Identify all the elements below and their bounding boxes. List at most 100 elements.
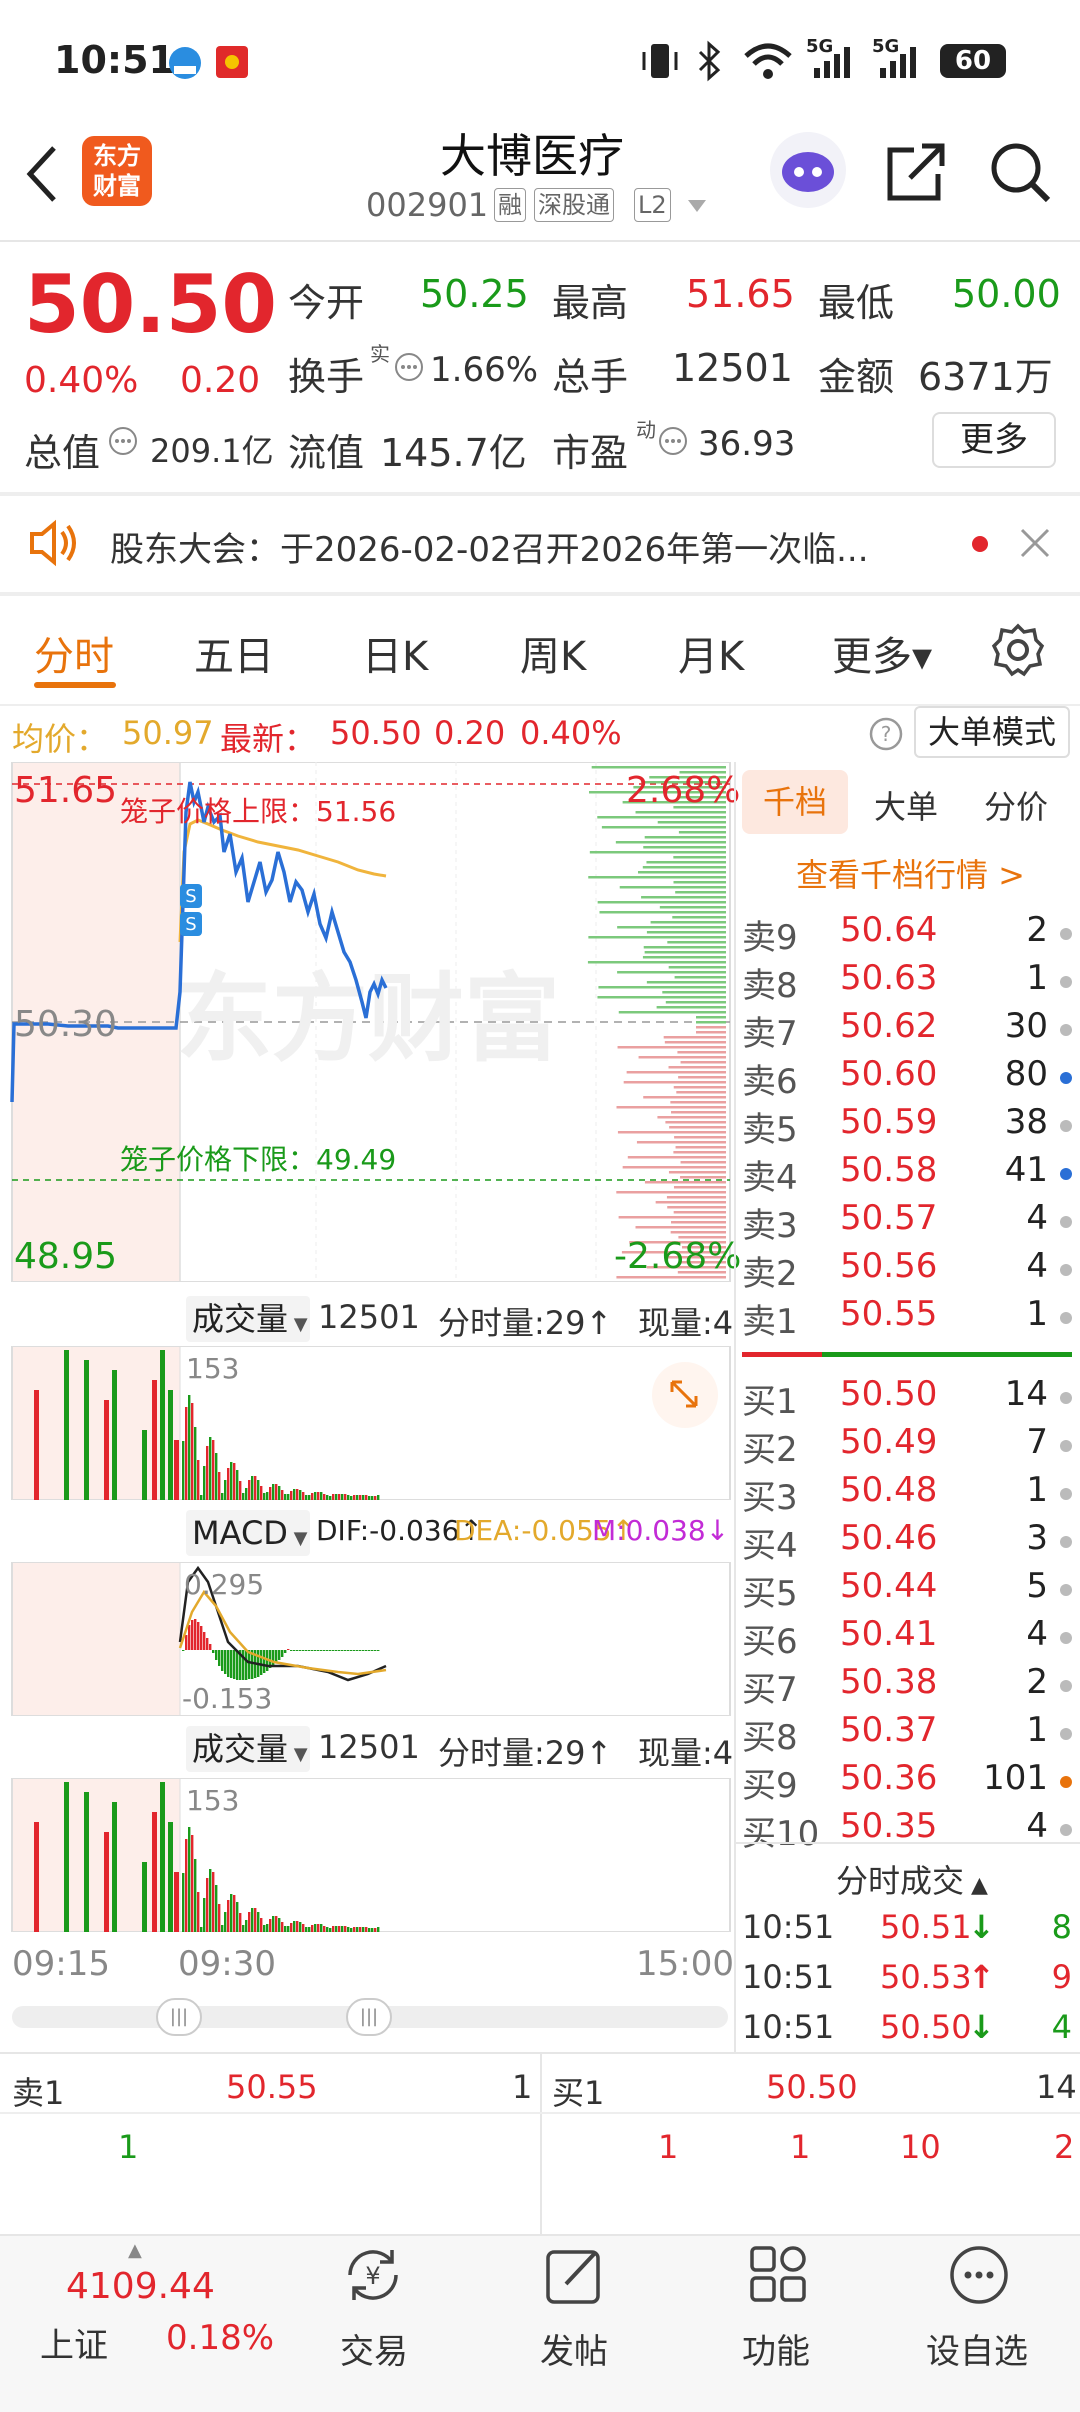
- tab-daily-k[interactable]: 日K: [362, 624, 428, 682]
- range-handle-right[interactable]: |||: [346, 1998, 392, 2036]
- svg-text:?: ?: [881, 722, 892, 746]
- depth-bar: [641, 896, 726, 899]
- bid-row[interactable]: 买3 50.48 1: [742, 1470, 1072, 1518]
- tab-weekly-k[interactable]: 周K: [520, 624, 586, 682]
- volume-bar: [104, 1832, 109, 1932]
- close-icon[interactable]: [1018, 526, 1052, 560]
- queue-sell-order: 1: [118, 2128, 139, 2166]
- volume-bar: [236, 1470, 239, 1500]
- volume-selector-2[interactable]: 成交量 ▼: [186, 1726, 310, 1772]
- bid-row[interactable]: 买7 50.38 2: [742, 1662, 1072, 1710]
- volume-bar: [374, 1928, 377, 1932]
- macd-bar: [305, 1650, 308, 1651]
- ask-row[interactable]: 卖6 50.60 80: [742, 1054, 1072, 1102]
- info-dots-icon-3[interactable]: [658, 426, 688, 456]
- tab-big-orders[interactable]: 大单: [874, 782, 938, 828]
- macd-bar: [284, 1650, 287, 1653]
- volume-bar: [245, 1920, 248, 1932]
- ask-row[interactable]: 卖5 50.59 38: [742, 1102, 1072, 1150]
- share-icon[interactable]: [884, 140, 948, 204]
- index-value[interactable]: 4109.44: [66, 2266, 215, 2307]
- bid-row[interactable]: 买8 50.37 1: [742, 1710, 1072, 1758]
- bid-label: 买7: [742, 1670, 798, 1710]
- depth-bar: [674, 976, 726, 979]
- open-value: 50.25: [420, 272, 529, 316]
- macd-selector[interactable]: MACD ▼: [186, 1510, 310, 1556]
- volume-bar: [221, 1493, 224, 1500]
- info-dots-icon[interactable]: [394, 352, 424, 382]
- depth-bar: [615, 841, 726, 844]
- macd-bar: [212, 1650, 215, 1653]
- depth-bar: [678, 1076, 726, 1079]
- ask-row[interactable]: 卖8 50.63 1: [742, 958, 1072, 1006]
- logo-text-2: 财富: [93, 172, 141, 200]
- tab-monthly-k[interactable]: 月K: [678, 624, 744, 682]
- ask-row[interactable]: 卖2 50.56 4: [742, 1246, 1072, 1294]
- depth-bar: [642, 956, 726, 959]
- ai-assistant-icon[interactable]: [768, 130, 848, 210]
- trade-icon[interactable]: ¥: [340, 2242, 406, 2308]
- post-icon[interactable]: [544, 2244, 606, 2306]
- info-dots-icon-2[interactable]: [108, 426, 138, 456]
- tab-intraday[interactable]: 分时: [34, 624, 114, 682]
- functions-icon[interactable]: [748, 2244, 808, 2304]
- notice-text[interactable]: 股东大会：于2026-02-02召开2026年第一次临...: [110, 522, 869, 571]
- depth-bar: [696, 1031, 726, 1034]
- dropdown-triangle-icon[interactable]: [686, 198, 708, 214]
- volume-bar: [329, 1928, 332, 1932]
- nav-trade[interactable]: 交易: [340, 2324, 408, 2373]
- bid-row[interactable]: 买1 50.50 14: [742, 1374, 1072, 1422]
- macd-bar: [362, 1650, 365, 1651]
- ask-row[interactable]: 卖7 50.62 30: [742, 1006, 1072, 1054]
- bid-row[interactable]: 买9 50.36 101: [742, 1758, 1072, 1806]
- nav-post[interactable]: 发帖: [540, 2324, 608, 2373]
- volume-bar: [281, 1922, 284, 1932]
- volume-bar: [203, 1466, 206, 1500]
- index-name[interactable]: 上证: [40, 2318, 108, 2367]
- depth-bar: [659, 906, 726, 909]
- big-order-mode-button[interactable]: 大单模式: [914, 706, 1070, 758]
- nav-functions[interactable]: 功能: [742, 2324, 810, 2373]
- ask-row[interactable]: 卖3 50.57 4: [742, 1198, 1072, 1246]
- depth-bar: [662, 991, 726, 994]
- expand-icon[interactable]: [650, 1360, 720, 1430]
- volume-bar: [248, 1480, 251, 1500]
- bid-row[interactable]: 买6 50.41 4: [742, 1614, 1072, 1662]
- back-icon[interactable]: [22, 142, 62, 206]
- tab-orderbook-depth[interactable]: 千档: [742, 770, 848, 834]
- volume-bar: [353, 1927, 356, 1932]
- bid-row[interactable]: 买5 50.44 5: [742, 1566, 1072, 1614]
- volume-bar: [197, 1892, 200, 1932]
- tab-five-day[interactable]: 五日: [194, 624, 274, 682]
- ask-dot: [1060, 1120, 1072, 1132]
- more-button[interactable]: 更多: [932, 412, 1056, 468]
- volume-bar: [293, 1489, 296, 1500]
- tab-more[interactable]: 更多▾: [832, 624, 932, 682]
- macd-bar: [188, 1625, 191, 1650]
- settings-gear-icon[interactable]: [990, 622, 1046, 678]
- bid-row[interactable]: 买4 50.46 3: [742, 1518, 1072, 1566]
- depth-bar: [696, 1021, 726, 1024]
- bid-row[interactable]: 买10 50.35 4: [742, 1806, 1072, 1854]
- bluetooth-icon: [694, 40, 724, 82]
- macd-bar: [209, 1644, 212, 1650]
- add-watchlist-icon[interactable]: [948, 2244, 1010, 2306]
- range-handle-left[interactable]: |||: [156, 1998, 202, 2036]
- index-pct[interactable]: 0.18%: [166, 2318, 274, 2358]
- ask-row[interactable]: 卖9 50.64 2: [742, 910, 1072, 958]
- app-logo[interactable]: 东方 财富: [82, 136, 152, 206]
- nav-add-watchlist[interactable]: 设自选: [926, 2324, 1028, 2373]
- volume-bar: [329, 1496, 332, 1500]
- svg-text:¥: ¥: [365, 2262, 380, 2290]
- ticks-title[interactable]: 分时成交 ▲: [836, 1856, 988, 1902]
- ask-row[interactable]: 卖4 50.58 41: [742, 1150, 1072, 1198]
- help-icon[interactable]: ?: [868, 716, 904, 752]
- macd-bar: [200, 1626, 203, 1650]
- bid-row[interactable]: 买2 50.49 7: [742, 1422, 1072, 1470]
- ask-row[interactable]: 卖1 50.55 1: [742, 1294, 1072, 1342]
- tab-price-dist[interactable]: 分价: [984, 782, 1048, 828]
- volume-selector[interactable]: 成交量 ▼: [186, 1296, 310, 1342]
- queue-buy-order: 2: [1054, 2128, 1075, 2166]
- search-icon[interactable]: [988, 140, 1052, 204]
- depth-link[interactable]: 查看千档行情 >: [796, 850, 1025, 896]
